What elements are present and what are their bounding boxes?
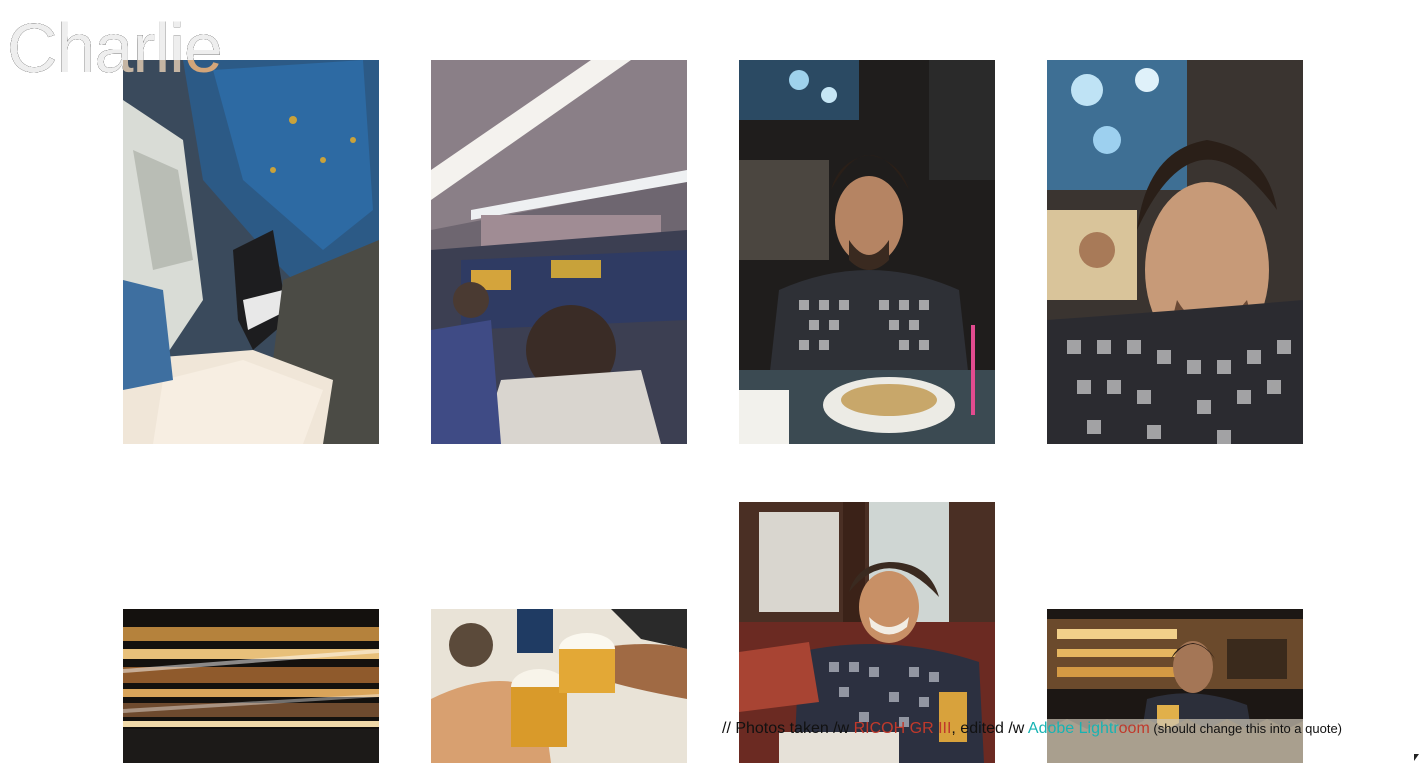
photo-man-restaurant-image [739, 60, 995, 444]
credits-prefix: // Photos taken /w [722, 720, 854, 737]
photo-train-interior[interactable] [431, 60, 687, 444]
credits-note: (should change this into a quote) [1149, 721, 1343, 736]
credits-middle: , edited /w [951, 720, 1028, 737]
credits-line: // Photos taken /w RICOH GR III, edited … [722, 719, 1342, 739]
lightroom-link-part1: Adobe Lightr [1027, 720, 1119, 737]
photo-train-interior-image [431, 60, 687, 444]
photo-beer-toast-image [431, 609, 687, 763]
photo-man-closeup-image [1047, 60, 1303, 444]
page: Charlie Charlie // Photos taken /w RICOH… [0, 0, 1425, 763]
photo-sneakers[interactable] [123, 60, 379, 444]
photo-sneakers-image [123, 60, 379, 444]
lightroom-link-part2: oom [1118, 720, 1150, 737]
photo-man-closeup[interactable] [1047, 60, 1303, 444]
photo-bar-shelves[interactable] [123, 609, 379, 763]
photo-bar-shelves-image [123, 609, 379, 763]
page-title: Charlie [7, 9, 223, 87]
photo-man-bar-image [1047, 609, 1303, 763]
lightroom-link[interactable]: Adobe Lightroom [1028, 720, 1150, 737]
photo-man-bar[interactable] [1047, 609, 1303, 763]
mouse-cursor-icon [1414, 754, 1419, 761]
photo-man-restaurant[interactable] [739, 60, 995, 444]
photo-beer-toast[interactable] [431, 609, 687, 763]
camera-link[interactable]: RICOH GR III [854, 720, 952, 737]
